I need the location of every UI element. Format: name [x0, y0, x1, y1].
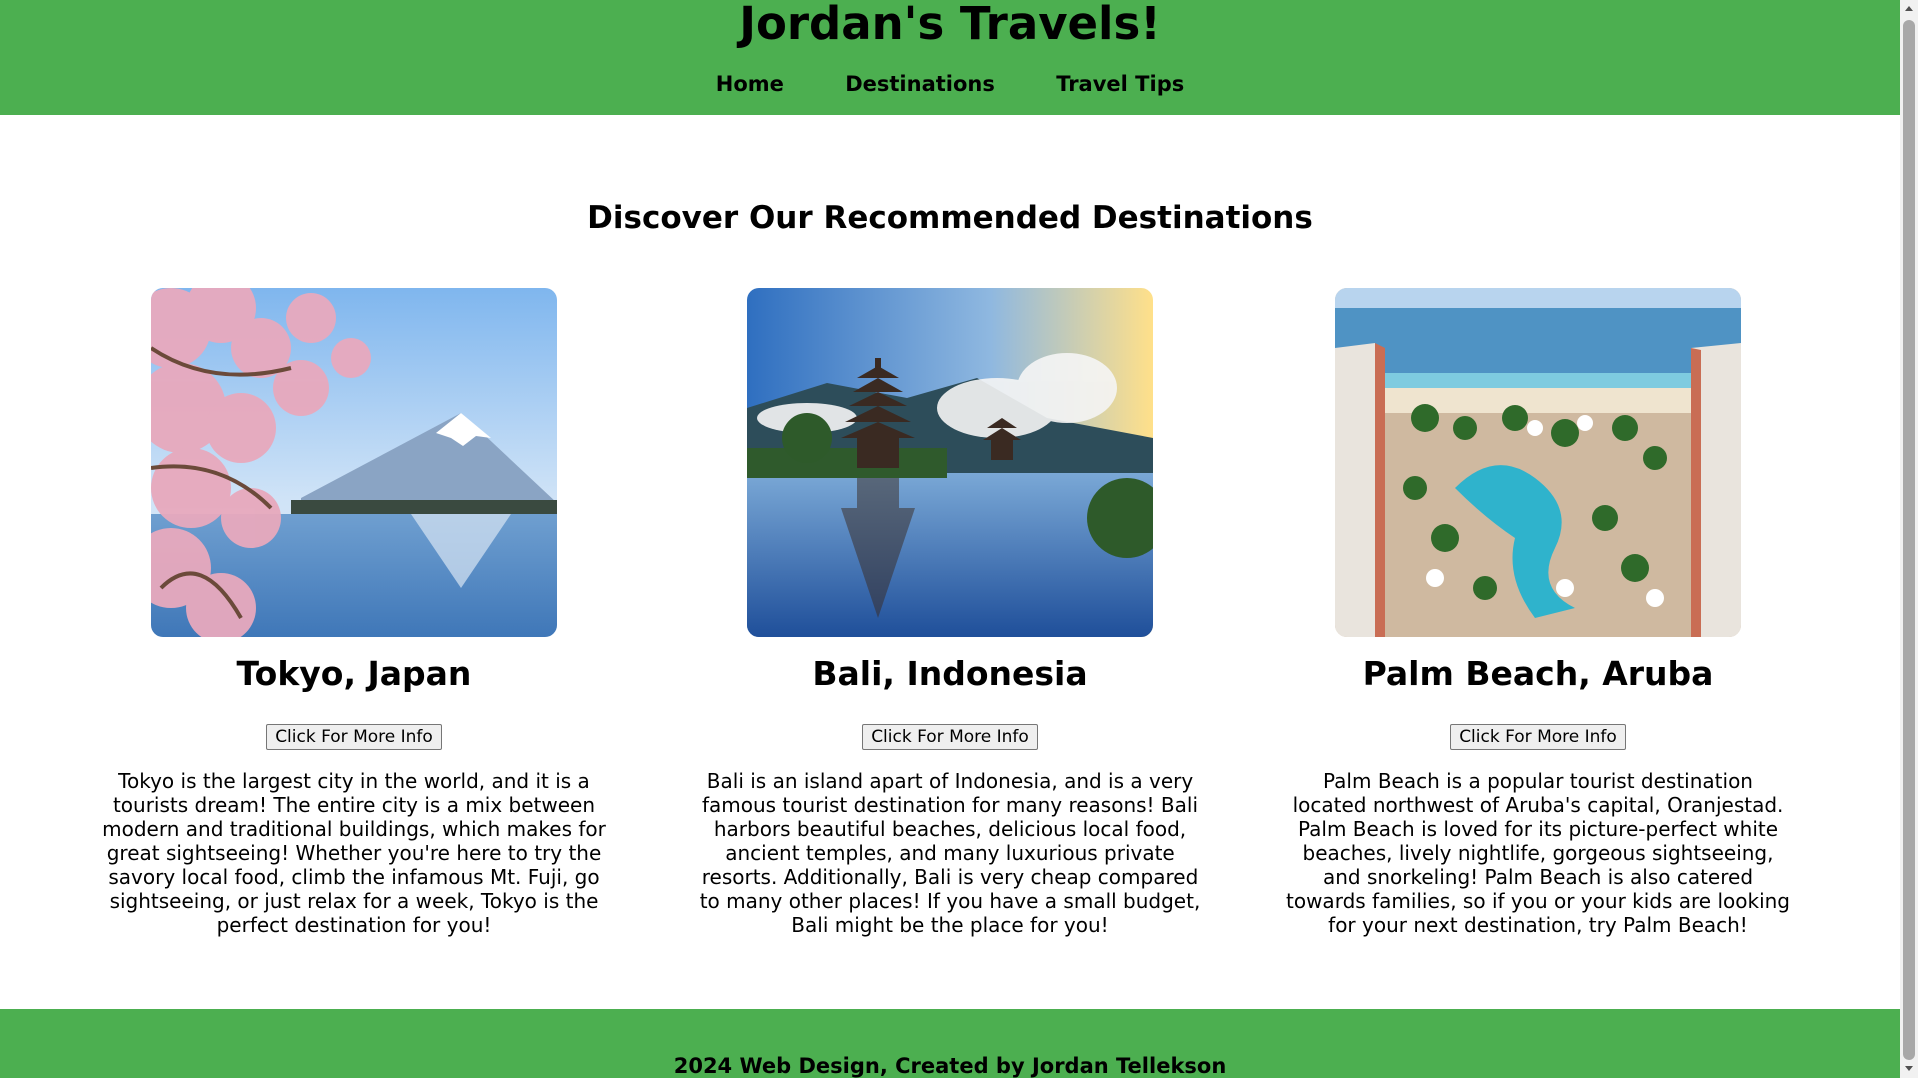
nav-destinations-link[interactable]: Destinations: [845, 72, 995, 96]
scroll-down-arrow-icon[interactable]: [1900, 1060, 1918, 1078]
footer-text: 2024 Web Design, Created by Jordan Telle…: [673, 1054, 1227, 1078]
site-title: Jordan's Travels!: [739, 0, 1161, 50]
destination-title: Bali, Indonesia: [812, 654, 1088, 693]
tokyo-image: [151, 288, 557, 637]
destination-description: Tokyo is the largest city in the world, …: [102, 769, 606, 937]
destination-description: Bali is an island apart of Indonesia, an…: [699, 769, 1201, 937]
page: Jordan's Travels! Home Destinations Trav…: [0, 0, 1900, 1078]
section-title: Discover Our Recommended Destinations: [587, 200, 1313, 236]
nav-home-link[interactable]: Home: [716, 72, 784, 96]
destination-description: Palm Beach is a popular tourist destinat…: [1286, 769, 1790, 937]
destination-title: Palm Beach, Aruba: [1362, 654, 1714, 693]
bali-image: [747, 288, 1153, 637]
aruba-image: [1335, 288, 1741, 637]
main-nav: Home Destinations Travel Tips: [0, 72, 1900, 96]
scroll-up-arrow-icon[interactable]: [1900, 0, 1918, 18]
scroll-thumb[interactable]: [1903, 20, 1915, 1060]
more-info-button-aruba[interactable]: Click For More Info: [1450, 724, 1626, 750]
destination-title: Tokyo, Japan: [236, 654, 472, 693]
site-header: Jordan's Travels! Home Destinations Trav…: [0, 0, 1900, 115]
vertical-scrollbar[interactable]: [1900, 0, 1918, 1078]
destination-card-bali: Bali, Indonesia Click For More Info Bali…: [680, 288, 1220, 937]
destination-card-tokyo: Tokyo, Japan Click For More Info Tokyo i…: [84, 288, 624, 937]
nav-travel-tips-link[interactable]: Travel Tips: [1056, 72, 1184, 96]
site-footer: 2024 Web Design, Created by Jordan Telle…: [0, 1009, 1900, 1078]
destination-card-aruba: Palm Beach, Aruba Click For More Info Pa…: [1268, 288, 1808, 937]
more-info-button-bali[interactable]: Click For More Info: [862, 724, 1038, 750]
more-info-button-tokyo[interactable]: Click For More Info: [266, 724, 442, 750]
